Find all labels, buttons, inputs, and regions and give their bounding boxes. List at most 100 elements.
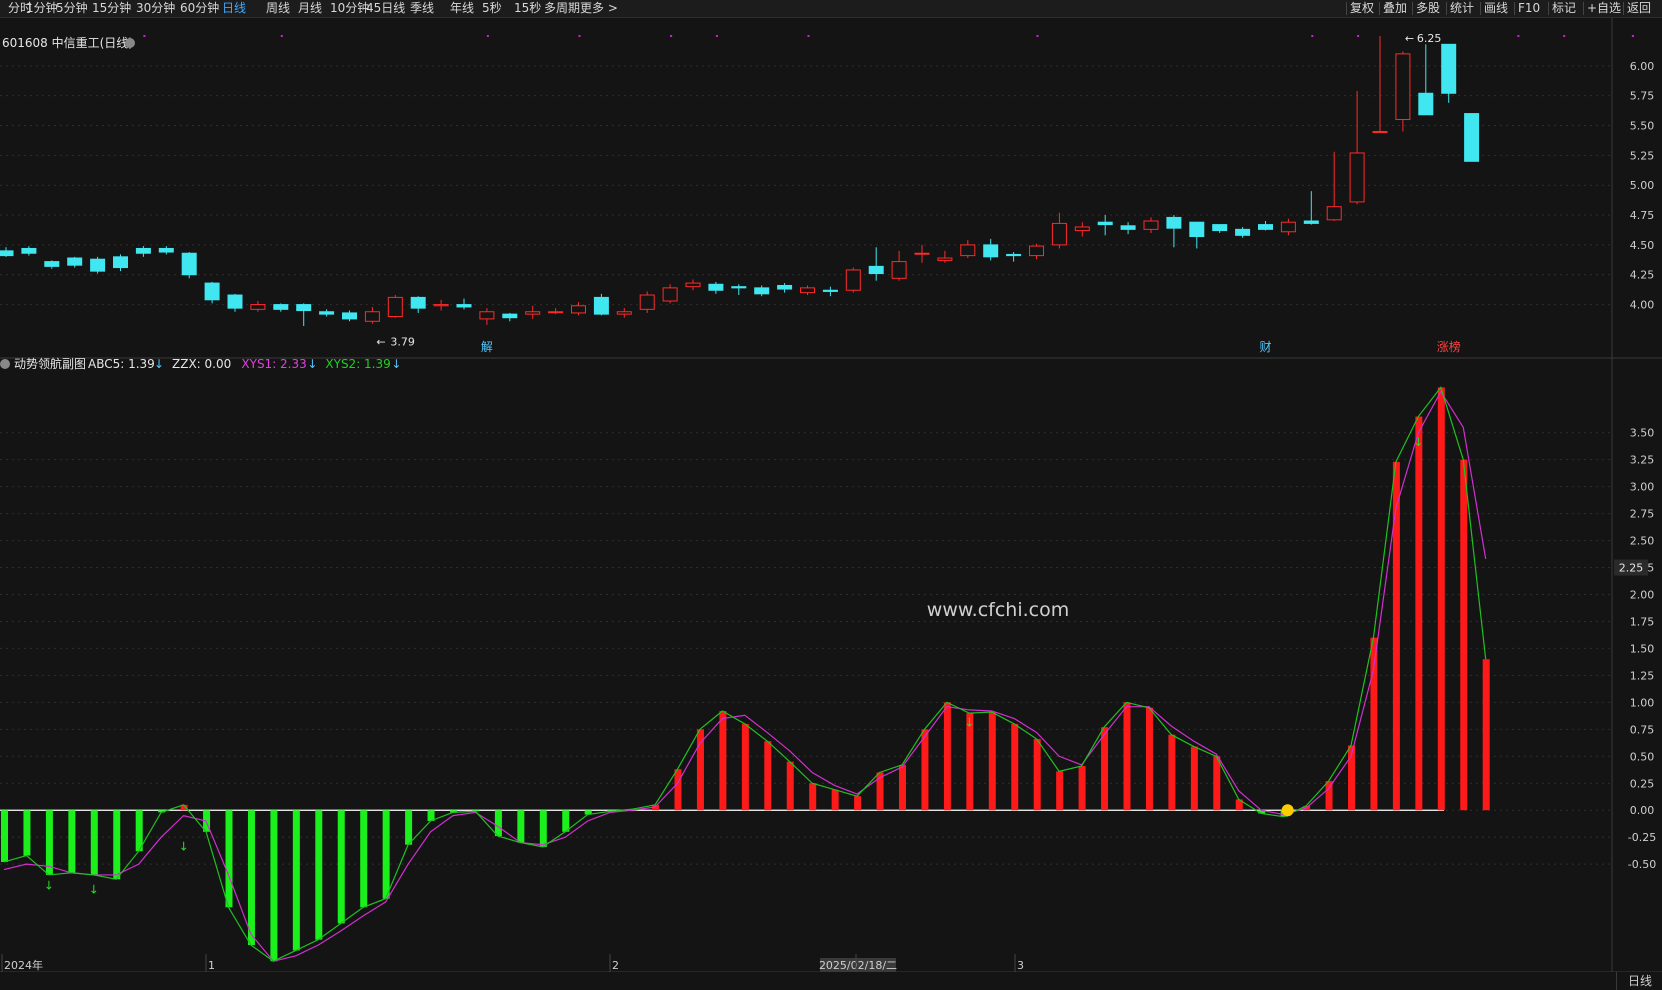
legend-arrow-icon: ↓: [391, 357, 401, 371]
indicator-bar: [696, 729, 704, 811]
period-tab-7[interactable]: 周线: [266, 1, 290, 16]
signal-arrow-icon: ↓: [179, 840, 189, 854]
indicator-menu-icon[interactable]: [0, 359, 10, 369]
price-low-label: 3.79: [390, 336, 415, 349]
indicator-bar: [899, 764, 906, 811]
candle-body: [914, 252, 930, 255]
indicator-bar: [23, 810, 31, 856]
candle-body: [44, 261, 60, 267]
indicator-bar: [45, 810, 53, 875]
indicator-bar: [1101, 727, 1109, 811]
toolbar-right-5[interactable]: F10: [1518, 1, 1540, 16]
indicator-bar: [1482, 659, 1490, 811]
period-tab-2[interactable]: 5分钟: [56, 1, 88, 16]
candle-body: [181, 252, 197, 276]
candle-body: [639, 294, 655, 310]
period-tab-5[interactable]: 60分钟: [180, 1, 219, 16]
indicator-bar: [225, 810, 233, 908]
period-status: 日线: [1616, 972, 1662, 990]
toolbar-right-3[interactable]: 统计: [1450, 1, 1474, 16]
indicator-bar: [1168, 734, 1176, 811]
low-arrow: ←: [376, 336, 385, 349]
candle-body: [525, 311, 541, 315]
toolbar-separator: [1514, 2, 1515, 15]
period-tab-14[interactable]: 15秒: [514, 1, 541, 16]
candle-body: [593, 296, 609, 315]
indicator-bar: [741, 723, 749, 811]
candle-body: [845, 269, 861, 291]
event-marker: 解: [481, 340, 493, 354]
toolbar-separator: [1379, 2, 1380, 15]
indicator-bar: [1056, 771, 1064, 811]
candle-body: [158, 247, 174, 253]
indicator-bar: [1190, 746, 1198, 811]
indicator-bar: [1415, 416, 1423, 811]
indicator-ytick-label: 0.75: [1630, 723, 1655, 736]
period-tab-4[interactable]: 30分钟: [136, 1, 175, 16]
indicator-ytick-label: -0.25: [1628, 831, 1656, 844]
main-ytick-label: 5.50: [1630, 120, 1655, 133]
indicator-bar: [1460, 459, 1468, 811]
candle-body: [1166, 216, 1182, 229]
xaxis-label-0: 2024年: [4, 958, 43, 972]
candle-body: [433, 304, 449, 307]
period-tab-1[interactable]: 1分钟: [26, 1, 58, 16]
candle-body: [410, 296, 426, 309]
candle-body: [1326, 206, 1342, 221]
period-tab-12[interactable]: 年线: [450, 1, 474, 16]
indicator-legend-0: ABC5: 1.39: [88, 357, 155, 371]
info-dot: [715, 35, 718, 37]
period-tab-13[interactable]: 5秒: [482, 1, 502, 16]
indicator-ytick-label: 1.50: [1630, 642, 1655, 655]
toolbar-right-0[interactable]: 复权: [1350, 1, 1374, 16]
main-ytick-label: 4.75: [1630, 209, 1655, 222]
period-tab-10[interactable]: 45日线: [366, 1, 405, 16]
toolbar-right-8[interactable]: 返回: [1627, 1, 1651, 16]
indicator-bar: [764, 741, 772, 811]
candle-body: [548, 311, 564, 314]
period-tab-11[interactable]: 季线: [410, 1, 434, 16]
toolbar-separator: [1548, 2, 1549, 15]
indicator-bar: [988, 712, 996, 811]
candle-body: [250, 304, 266, 310]
indicator-bar: [539, 810, 547, 847]
indicator-bar: [360, 810, 368, 908]
dropdown-icon[interactable]: [125, 38, 135, 48]
chart-canvas[interactable]: 4.00 4.25 4.50 4.75 5.00 5.25 5.50 5.75 6.00 -0.5…: [0, 18, 1662, 972]
watermark: www.cfchi.com: [927, 599, 1069, 621]
indicator-ytick-label: 2.75: [1630, 508, 1655, 521]
candle-body: [1029, 245, 1044, 257]
toolbar-right-1[interactable]: 叠加: [1383, 1, 1407, 16]
toolbar-right-6[interactable]: 标记: [1552, 1, 1576, 16]
period-tab-9[interactable]: 10分钟: [330, 1, 369, 16]
period-tab-16[interactable]: 更多 >: [580, 1, 618, 16]
period-tab-3[interactable]: 15分钟: [92, 1, 131, 16]
indicator-title: 动势领航副图: [14, 356, 86, 371]
info-dot: [807, 35, 810, 37]
candle-body: [273, 304, 289, 310]
candle-body: [662, 287, 678, 302]
indicator-ytick-label: 1.25: [1630, 669, 1655, 682]
indicator-bar: [247, 810, 255, 946]
indicator-bar: [943, 702, 951, 811]
indicator-ytick-label: 1.00: [1630, 696, 1655, 709]
indicator-ytick-label: 3.25: [1630, 454, 1655, 467]
candle-body: [0, 250, 14, 257]
period-tab-8[interactable]: 月线: [298, 1, 322, 16]
candle-body: [983, 244, 999, 258]
high-arrow: ←: [1405, 32, 1414, 45]
indicator-bar: [786, 761, 794, 811]
signal-arrow-icon: ↓: [1413, 435, 1423, 449]
indicator-ytick-label: 0.25: [1630, 777, 1655, 790]
indicator-bar: [1033, 739, 1041, 811]
indicator-bar: [1123, 702, 1131, 811]
toolbar-right-4[interactable]: 画线: [1484, 1, 1508, 16]
toolbar-right-7[interactable]: +自选: [1587, 1, 1621, 16]
candle-body: [364, 311, 380, 322]
period-tab-15[interactable]: 多周期: [544, 1, 580, 16]
period-tab-6[interactable]: 日线: [222, 1, 246, 16]
toolbar-right-2[interactable]: 多股: [1416, 1, 1440, 16]
candle-body: [777, 284, 793, 290]
indicator-bar: [562, 810, 570, 832]
candle-body: [21, 247, 37, 254]
